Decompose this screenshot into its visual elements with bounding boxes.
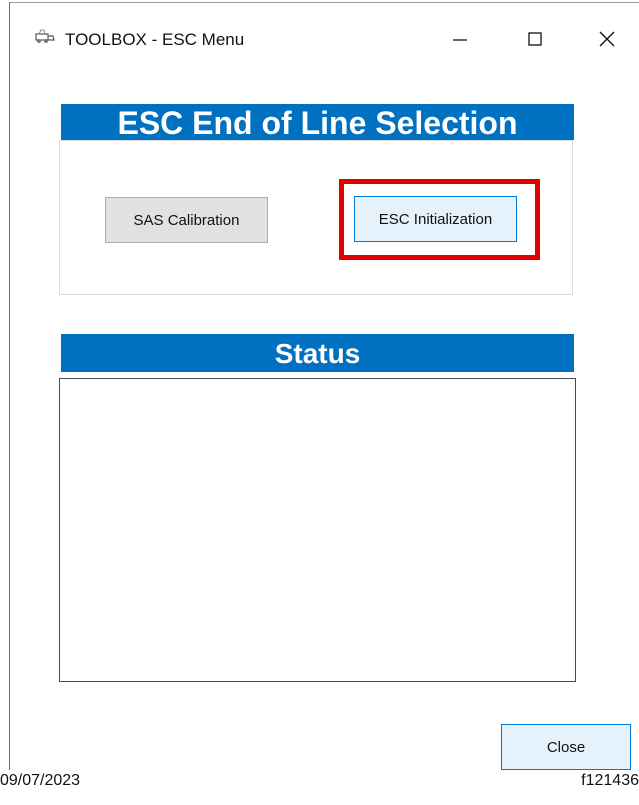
minimize-icon bbox=[453, 39, 467, 41]
sas-calibration-button[interactable]: SAS Calibration bbox=[105, 197, 268, 243]
minimize-button[interactable] bbox=[440, 21, 480, 57]
title-bar[interactable]: TOOLBOX - ESC Menu bbox=[10, 3, 639, 73]
toolbox-app-icon bbox=[34, 28, 56, 44]
figure-id: f121436 bbox=[581, 772, 639, 789]
close-button[interactable]: Close bbox=[501, 724, 631, 770]
status-heading: Status bbox=[61, 334, 574, 372]
window-close-button[interactable] bbox=[587, 21, 627, 57]
status-textbox[interactable] bbox=[59, 378, 576, 682]
window-title: TOOLBOX - ESC Menu bbox=[65, 30, 245, 49]
caption-date: 09/07/2023 bbox=[0, 772, 81, 789]
close-icon bbox=[599, 31, 615, 47]
maximize-icon bbox=[528, 32, 542, 46]
highlight-box bbox=[339, 179, 540, 260]
maximize-button[interactable] bbox=[515, 21, 555, 57]
selection-heading: ESC End of Line Selection bbox=[61, 104, 574, 141]
